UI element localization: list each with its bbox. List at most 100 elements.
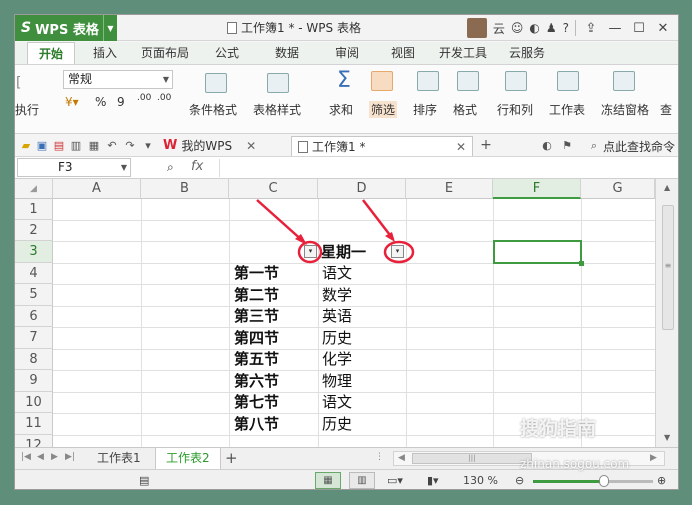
print-preview-icon[interactable]: ▦ [87,139,101,152]
chevron-down-icon[interactable]: ▼ [103,15,117,41]
print-icon[interactable]: ▥ [69,139,83,152]
flag-icon[interactable]: ⚑ [560,139,574,152]
annotation-overlay [256,199,415,264]
status-doc-icon[interactable]: ▤ [139,473,149,489]
add-sheet-icon[interactable]: + [225,449,238,467]
avatar[interactable] [466,18,487,38]
horizontal-scroll-thumb[interactable]: ||| [412,453,532,464]
save-icon[interactable]: ▣ [35,139,49,152]
find-button[interactable]: 查 [660,101,672,118]
percent-button[interactable]: % [95,95,106,109]
zoom-slider-thumb[interactable] [599,475,609,487]
thousands-button[interactable]: 9 [117,95,125,109]
format-button[interactable]: 格式 [453,101,477,118]
smiley-icon[interactable]: ☺ [511,21,524,35]
sum-icon: Σ [337,68,351,93]
tab-view[interactable]: 视图 [383,42,423,64]
zoom-search-icon[interactable]: ⌕ [167,160,174,175]
table-style-button[interactable]: 表格样式 [253,101,301,118]
next-sheet-icon[interactable]: ▶ [51,452,58,462]
window-title: 工作簿1 * - WPS 表格 [227,19,361,36]
last-sheet-icon[interactable]: ▶| [65,452,75,462]
sheet-tab-2[interactable]: 工作表2 [155,448,221,469]
decrease-decimal-button[interactable]: .00 [157,93,171,103]
zoom-track-rest [605,480,653,483]
tab-workbook1[interactable]: 工作簿1 * ✕ [291,136,473,156]
zoom-in-icon[interactable]: ⊕ [657,473,666,489]
shirt-icon[interactable]: ♟ [546,21,557,35]
search-icon[interactable]: ⌕ [587,139,601,152]
rows-columns-icon [505,71,527,91]
fx-button[interactable]: fx [191,159,203,174]
scroll-right-icon[interactable]: ▶ [650,453,657,463]
vertical-scrollbar[interactable]: ▲ ≡ ▼ [655,179,678,447]
add-tab-icon[interactable]: + [479,138,493,152]
page-break-view-button[interactable]: ▥ [349,472,375,489]
zoom-out-icon[interactable]: ⊖ [515,473,524,489]
filter-button[interactable]: 筛选 [369,101,398,118]
close-icon[interactable]: ✕ [456,137,466,157]
tab-review[interactable]: 审阅 [327,42,367,64]
layout-view-icon[interactable]: ▭▾ [387,473,403,489]
table-style-icon [267,73,289,93]
normal-view-button[interactable]: ▦ [315,472,341,489]
restore-up-icon[interactable]: ⇪ [582,21,600,36]
arrowhead-right [385,232,395,242]
share-icon[interactable]: ◐ [540,139,554,152]
pdf-icon[interactable]: ▤ [52,139,66,152]
close-button[interactable]: ✕ [654,21,672,36]
sheet-tab-1[interactable]: 工作表1 [87,448,151,469]
sort-icon [417,71,439,91]
help-button[interactable]: ? [563,21,569,35]
worksheet-button[interactable]: 工作表 [549,101,585,118]
scroll-down-icon[interactable]: ▼ [664,433,670,442]
prev-sheet-icon[interactable]: ◀ [37,452,44,462]
vertical-scroll-thumb[interactable]: ≡ [662,205,674,330]
maximize-button[interactable]: ☐ [630,21,648,36]
formula-input[interactable] [219,159,677,177]
annotation-arrow-left [256,199,305,243]
currency-icon[interactable]: ¥▾ [65,95,79,109]
tab-formulas[interactable]: 公式 [207,42,247,64]
close-icon[interactable]: ✕ [246,136,256,156]
tab-workbook1-label: 工作簿1 * [312,139,366,154]
sheet-bar-menu-icon[interactable]: ⋮ [375,452,384,462]
tab-home[interactable]: 开始 [27,42,75,64]
zoom-slider[interactable] [533,475,653,487]
minimize-button[interactable]: — [606,21,624,36]
execute-button[interactable]: 执行 [15,101,39,118]
spreadsheet-grid[interactable]: ◢ A B C D E F G 1 2 3 4 5 6 7 8 9 10 11 … [15,179,655,447]
increase-decimal-button[interactable]: .00 [137,93,151,103]
freeze-panes-button[interactable]: 冻结窗格 [601,101,649,118]
undo-icon[interactable]: ↶ [105,139,119,152]
sum-button[interactable]: 求和 [329,101,353,118]
chevron-down-icon: ▼ [120,163,127,172]
number-format-select[interactable]: 常规 ▼ [63,70,173,89]
tab-developer[interactable]: 开发工具 [435,42,491,64]
zoom-level[interactable]: 130 % [463,473,498,489]
rows-columns-button[interactable]: 行和列 [497,101,533,118]
scroll-left-icon[interactable]: ◀ [398,453,405,463]
tab-cloud[interactable]: 云服务 [503,42,551,64]
customize-icon[interactable]: ▾ [141,139,155,152]
open-folder-icon[interactable]: ▰ [19,139,33,152]
tab-page-layout[interactable]: 页面布局 [137,42,193,64]
tab-insert[interactable]: 插入 [85,42,125,64]
command-search[interactable]: 点此查找命令 [603,138,675,155]
document-icon [298,140,308,153]
formula-bar: F3 ▼ ⌕ fx [15,157,678,179]
redo-icon[interactable]: ↷ [123,139,137,152]
wps-w-icon: W [163,138,178,153]
name-box[interactable]: F3 ▼ [17,158,131,177]
tab-data[interactable]: 数据 [267,42,307,64]
app-menu-button[interactable]: S WPS 表格 ▼ [15,15,117,41]
first-sheet-icon[interactable]: |◀ [21,452,31,462]
skin-icon[interactable]: ◐ [529,21,539,35]
scroll-up-icon[interactable]: ▲ [664,183,670,192]
quick-access-bar: ▰ ▣ ▤ ▥ ▦ ↶ ↷ ▾ W 我的WPS ✕ 工作簿1 * ✕ + ◐ ⚑… [15,135,678,157]
reading-view-icon[interactable]: ▮▾ [427,473,439,489]
tab-my-wps[interactable]: W 我的WPS ✕ [157,136,262,156]
user-label[interactable]: 云 [493,20,505,37]
sort-button[interactable]: 排序 [413,101,437,118]
conditional-format-button[interactable]: 条件格式 [189,101,237,118]
